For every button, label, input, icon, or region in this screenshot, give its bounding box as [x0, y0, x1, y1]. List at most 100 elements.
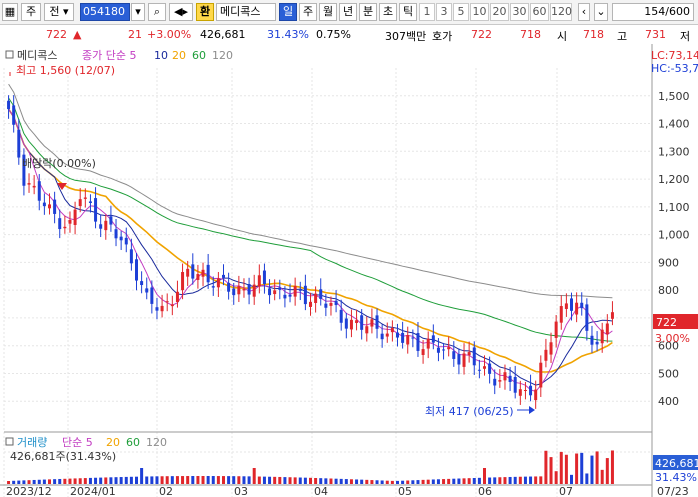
period-button-6[interactable]: 틱	[399, 3, 417, 21]
volume-legend-ma20[interactable]: 20	[106, 436, 120, 449]
period-button-4[interactable]: 분	[359, 3, 377, 21]
candle-body-73	[380, 333, 384, 340]
stock-name-field: 메디콕스	[216, 3, 276, 21]
interval-button-5[interactable]: 5	[453, 3, 469, 21]
dividend-annotation: 배당락(0.00%)	[22, 157, 96, 170]
period-button-0[interactable]: 일	[279, 3, 297, 21]
volume-legend-ma120[interactable]: 120	[146, 436, 167, 449]
candle-body-29	[155, 307, 159, 311]
code-dropdown-icon[interactable]: ▾	[131, 3, 145, 21]
legend-toggle-icon[interactable]	[5, 50, 14, 59]
type-selector[interactable]: 주	[21, 3, 41, 21]
candle-body-30	[160, 305, 164, 312]
period-button-1[interactable]: 주	[299, 3, 317, 21]
candle-body-2	[17, 129, 21, 158]
candle-body-44	[232, 288, 236, 296]
interval-button-10[interactable]: 10	[470, 3, 489, 21]
price-tick-3: 1,200	[658, 173, 690, 186]
exchange-badge[interactable]: 환	[196, 3, 214, 21]
candle-body-42	[222, 274, 225, 278]
candle-body-111	[575, 302, 579, 315]
candle-body-64	[334, 300, 338, 306]
volume-bar-21	[114, 477, 118, 484]
volume-bar-84	[436, 479, 440, 484]
candle-body-116	[600, 329, 604, 344]
volume-bar-68	[355, 479, 359, 484]
candle-body-36	[191, 264, 195, 279]
candle-body-20	[109, 216, 113, 225]
volume-bar-50	[262, 476, 266, 484]
scroll-left-icon[interactable]: ‹	[578, 3, 590, 21]
candle-body-86	[447, 347, 451, 350]
candle-body-41	[216, 278, 220, 288]
volume-bar-57	[298, 477, 302, 484]
legend-ma20[interactable]: 20	[172, 49, 186, 62]
candle-body-13	[73, 209, 77, 225]
period-button-5[interactable]: 초	[379, 3, 397, 21]
candle-body-95	[493, 378, 497, 386]
interval-button-30[interactable]: 30	[510, 3, 529, 21]
search-icon[interactable]: ⌕	[148, 3, 166, 21]
turnover-percent: 31.43%	[267, 28, 309, 41]
period-button-3[interactable]: 년	[339, 3, 357, 21]
volume-bar-82	[426, 479, 430, 484]
candle-body-61	[319, 289, 323, 299]
candle-body-49	[257, 275, 261, 287]
price-tick-6: 900	[658, 256, 679, 269]
volume-bar-36	[191, 476, 195, 484]
period-selector[interactable]: 전 ▾	[44, 3, 74, 21]
volume-bar-118	[610, 450, 614, 484]
legend-ma-label[interactable]: 종가 단순 5	[82, 49, 136, 62]
volume-bar-113	[585, 473, 589, 484]
volume-legend-ma[interactable]: 단순 5	[62, 436, 93, 449]
interval-button-120[interactable]: 120	[550, 3, 572, 21]
volume-legend-name[interactable]: 거래량	[17, 436, 47, 449]
volume-bar-5	[32, 479, 36, 484]
bid-value: 722	[471, 28, 492, 41]
volume-bar-28	[150, 476, 154, 484]
high-annotation: 최고 1,560 (12/07)	[16, 64, 115, 77]
volume-bar-44	[232, 476, 236, 484]
volume-legend-toggle-icon[interactable]	[5, 437, 14, 446]
candle-body-83	[431, 335, 435, 343]
volume-bar-75	[390, 480, 394, 484]
stock-code-input[interactable]: 054180	[80, 3, 130, 21]
interval-button-20[interactable]: 20	[490, 3, 509, 21]
volume-bar-13	[73, 478, 77, 484]
volume-bar-4	[27, 480, 31, 484]
page-count-field[interactable]: 154/600	[612, 3, 694, 21]
date-tick-0: 2023/12	[6, 485, 52, 497]
chart-menu-icon[interactable]: ▦	[2, 3, 18, 21]
volume-legend-ma60[interactable]: 60	[126, 436, 140, 449]
candle-body-14	[78, 199, 82, 207]
change-percent: +3.00%	[147, 28, 192, 41]
candle-body-71	[370, 319, 374, 327]
volume-bar-55	[288, 477, 292, 484]
volume-bar-0	[7, 481, 11, 484]
period-button-2[interactable]: 월	[319, 3, 337, 21]
change-arrow: ▲	[73, 28, 82, 41]
interval-button-1[interactable]: 1	[419, 3, 435, 21]
candle-body-63	[329, 302, 333, 306]
candle-body-97	[503, 372, 507, 381]
legend-ma120[interactable]: 120	[212, 49, 233, 62]
ask-value: 718	[520, 28, 541, 41]
legend-ma10[interactable]: 10	[154, 49, 168, 62]
price-tag-value: 722	[656, 316, 677, 329]
legend-stock-name[interactable]: 메디콕스	[17, 49, 57, 62]
interval-button-60[interactable]: 60	[530, 3, 549, 21]
chart-tools-icon[interactable]: ⌄	[594, 3, 608, 21]
candle-body-19	[104, 220, 108, 231]
stock-chart[interactable]: 1,5001,4001,3001,2001,1001,0009008007006…	[0, 44, 698, 497]
legend-ma60[interactable]: 60	[192, 49, 206, 62]
volume-bar-30	[160, 476, 164, 484]
volume-bar-6	[37, 479, 41, 484]
sound-icon[interactable]: ◀▸	[169, 3, 193, 21]
candle-body-109	[564, 303, 568, 309]
interval-button-3[interactable]: 3	[436, 3, 452, 21]
candle-body-101	[523, 390, 527, 392]
candle-body-60	[314, 293, 318, 304]
price-tick-5: 1,000	[658, 229, 690, 242]
price-tag-percent: 3.00%	[655, 332, 690, 345]
volume-bar-91	[472, 478, 476, 484]
